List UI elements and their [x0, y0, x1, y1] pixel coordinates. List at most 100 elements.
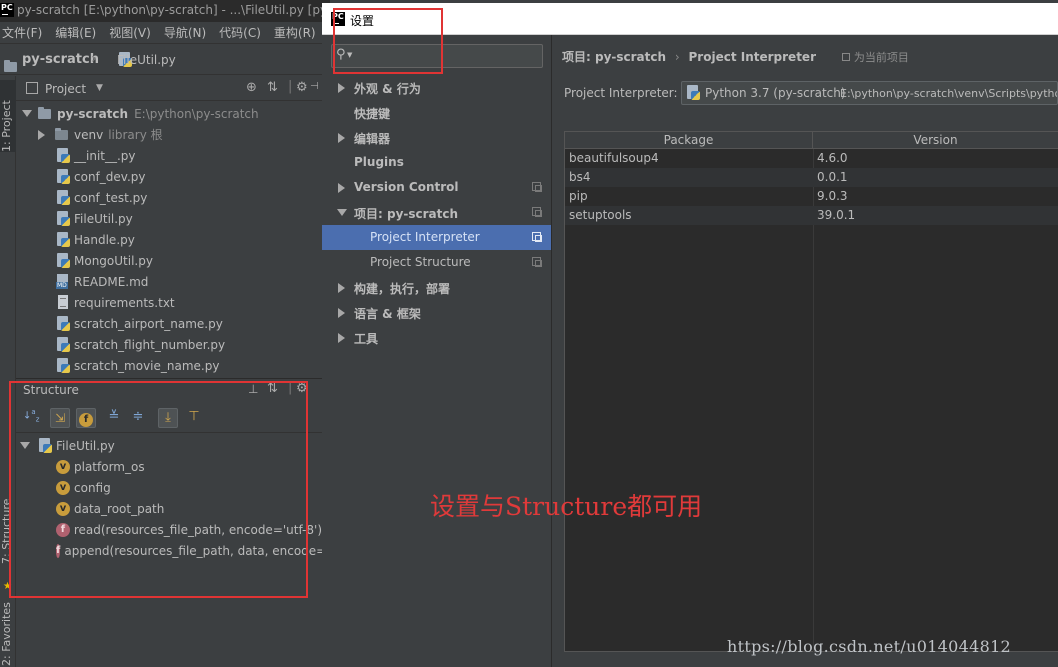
- expand-arrow-icon[interactable]: [20, 442, 30, 449]
- python-file-icon: [56, 231, 70, 248]
- expand-arrow-icon[interactable]: [338, 333, 345, 343]
- tree-file-row[interactable]: __init__.py: [56, 145, 136, 166]
- menu-navigate[interactable]: 导航(N): [164, 24, 206, 41]
- collapse-arrow-icon[interactable]: [337, 209, 347, 216]
- settings-item-languages[interactable]: 语言 & 框架: [322, 300, 551, 325]
- project-panel-header: Project ▼ ⊕ ⇅ | ⚙ ⊣: [16, 78, 322, 101]
- chevron-down-icon[interactable]: ▼: [347, 51, 352, 59]
- expand-arrow-icon[interactable]: [22, 110, 32, 117]
- menu-file[interactable]: 文件(F): [2, 24, 42, 41]
- ide-window-title: py-scratch [E:\python\py-scratch] - ...\…: [17, 3, 329, 17]
- member-name: read(resources_file_path, encode='utf-8'…: [73, 522, 322, 537]
- file-name: scratch_airport_name.py: [74, 316, 223, 331]
- menu-code[interactable]: 代码(C): [219, 24, 261, 41]
- autoscroll-from-source-icon[interactable]: ⊤: [184, 408, 204, 428]
- tab-project[interactable]: 1: Project: [0, 80, 16, 152]
- navigation-bar: py-scratch › FileUtil.py: [0, 45, 330, 75]
- tree-root-row[interactable]: py-scratch E:\python\py-scratch: [22, 103, 259, 124]
- breadcrumb-scope: 为当前项目: [853, 51, 909, 64]
- settings-item-appearance[interactable]: 外观 & 行为: [322, 75, 551, 100]
- tree-file-row[interactable]: MongoUtil.py: [56, 250, 153, 271]
- settings-item-project-interpreter[interactable]: Project Interpreter: [322, 225, 551, 250]
- settings-item-editor[interactable]: 编辑器: [322, 125, 551, 150]
- project-view-title[interactable]: Project: [45, 82, 86, 96]
- settings-search-input[interactable]: ⚲ ▼: [331, 44, 543, 68]
- settings-item-keymap[interactable]: 快捷键: [322, 100, 551, 125]
- tree-file-row[interactable]: Handle.py: [56, 229, 135, 250]
- chevron-down-icon[interactable]: ▼: [96, 83, 103, 93]
- tree-file-row[interactable]: README.md: [56, 271, 148, 292]
- settings-item-project-structure[interactable]: Project Structure: [322, 250, 551, 275]
- table-row[interactable]: setuptools 39.0.1: [565, 206, 1058, 225]
- tree-file-row[interactable]: scratch_airport_name.py: [56, 313, 223, 334]
- tree-file-row[interactable]: conf_dev.py: [56, 166, 145, 187]
- gear-icon[interactable]: ⚙: [296, 381, 308, 396]
- collapse-tree-icon[interactable]: ≑: [128, 408, 148, 428]
- settings-item-label: 编辑器: [354, 132, 391, 146]
- column-header-version[interactable]: Version: [813, 132, 1058, 149]
- tree-file-row[interactable]: FileUtil.py: [56, 208, 133, 229]
- settings-item-label: 工具: [354, 332, 379, 346]
- breadcrumb-project: 项目: py-scratch: [562, 50, 667, 64]
- tree-file-row[interactable]: scratch_movie_name.py: [56, 355, 219, 376]
- show-fields-icon[interactable]: f: [76, 408, 96, 428]
- locate-target-icon[interactable]: ⊕: [246, 80, 257, 95]
- python-file-icon: [56, 357, 70, 374]
- gear-icon[interactable]: ⚙: [296, 80, 308, 95]
- collapse-all-icon[interactable]: ⇅: [267, 381, 278, 396]
- structure-member-row[interactable]: f append(resources_file_path, data, encod…: [56, 540, 322, 561]
- collapse-all-icon[interactable]: ⇅: [267, 80, 278, 95]
- structure-member-row[interactable]: v data_root_path: [56, 498, 164, 519]
- settings-item-build[interactable]: 构建，执行，部署: [322, 275, 551, 300]
- collapse-arrow-icon[interactable]: [38, 129, 45, 140]
- expand-arrow-icon[interactable]: [338, 283, 345, 293]
- sort-alpha-icon[interactable]: ↓az: [21, 408, 41, 428]
- hide-panel-icon[interactable]: ⊣: [310, 81, 319, 92]
- settings-item-label: 语言 & 框架: [354, 307, 421, 321]
- settings-item-version-control[interactable]: Version Control: [322, 175, 551, 200]
- structure-member-row[interactable]: f read(resources_file_path, encode='utf-8…: [56, 519, 322, 540]
- root-folder-name: py-scratch: [57, 106, 129, 121]
- tree-file-row[interactable]: conf_test.py: [56, 187, 147, 208]
- menu-edit[interactable]: 编辑(E): [55, 24, 96, 41]
- nav-crumb-file[interactable]: FileUtil.py: [117, 53, 176, 67]
- text-file-icon: [56, 294, 70, 311]
- tab-structure[interactable]: 7: Structure: [0, 492, 16, 564]
- nav-crumb-project[interactable]: py-scratch: [22, 52, 99, 67]
- nav-separator-icon: ›: [91, 51, 97, 67]
- autoscroll-to-source-icon[interactable]: ⤓: [158, 408, 178, 428]
- menu-refactor[interactable]: 重构(R): [274, 24, 316, 41]
- table-row[interactable]: bs4 0.0.1: [565, 168, 1058, 187]
- tree-file-row[interactable]: scratch_flight_number.py: [56, 334, 225, 355]
- settings-item-plugins[interactable]: Plugins: [322, 150, 551, 175]
- package-version: 4.6.0: [817, 151, 848, 165]
- breadcrumb-page: Project Interpreter: [688, 50, 816, 64]
- project-view-icon: [26, 82, 38, 94]
- python-file-icon: [56, 252, 70, 269]
- show-inherited-icon[interactable]: ⇲: [50, 408, 70, 428]
- menu-view[interactable]: 视图(V): [109, 24, 151, 41]
- expand-arrow-icon[interactable]: [338, 133, 345, 143]
- structure-member-row[interactable]: v platform_os: [56, 456, 145, 477]
- expand-arrow-icon[interactable]: [338, 308, 345, 318]
- tree-file-row[interactable]: requirements.txt: [56, 292, 175, 313]
- structure-member-row[interactable]: v config: [56, 477, 111, 498]
- table-row[interactable]: pip 9.0.3: [565, 187, 1058, 206]
- expand-arrow-icon[interactable]: [338, 183, 345, 193]
- expand-all-icon[interactable]: ≚: [104, 408, 124, 428]
- pin-icon[interactable]: ⊥: [248, 382, 258, 396]
- variable-icon: v: [56, 459, 70, 474]
- search-icon: ⚲: [336, 47, 346, 62]
- package-version: 9.0.3: [817, 189, 848, 203]
- tree-venv-row[interactable]: venv library 根: [38, 124, 163, 145]
- column-header-package[interactable]: Package: [565, 132, 813, 149]
- settings-item-tools[interactable]: 工具: [322, 325, 551, 350]
- expand-arrow-icon[interactable]: [338, 83, 345, 93]
- settings-item-label: 构建，执行，部署: [354, 282, 451, 296]
- tab-favorites[interactable]: 2: Favorites: [0, 590, 16, 666]
- structure-file-row[interactable]: FileUtil.py: [20, 435, 115, 456]
- interpreter-select[interactable]: Python 3.7 (py-scratch) E:\python\py-scr…: [681, 81, 1058, 105]
- table-row[interactable]: beautifulsoup4 4.6.0: [565, 149, 1058, 168]
- settings-item-project[interactable]: 项目: py-scratch: [322, 200, 551, 225]
- project-folder-icon: [4, 60, 17, 72]
